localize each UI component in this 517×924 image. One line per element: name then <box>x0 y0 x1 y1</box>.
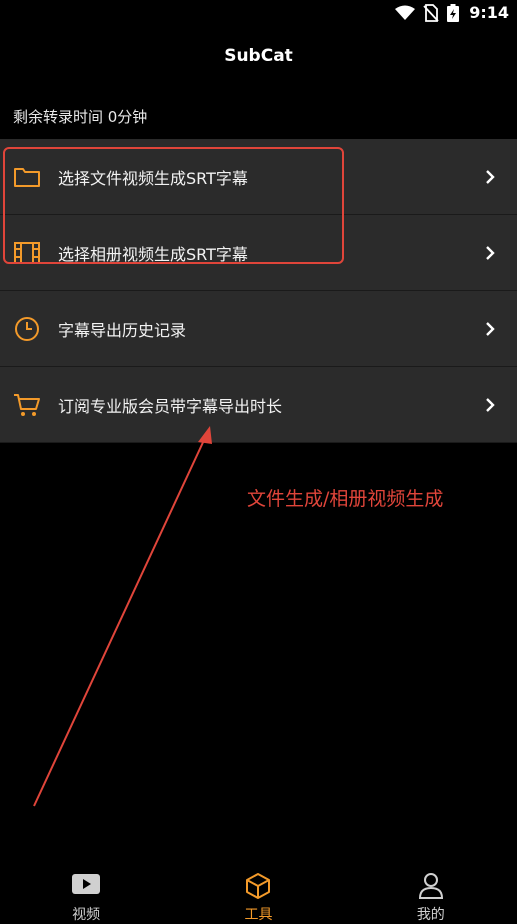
bottom-navigation: 视频 工具 我的 <box>0 860 517 923</box>
status-bar: 9:14 <box>0 0 517 26</box>
cube-icon <box>246 873 271 899</box>
chevron-right-icon <box>486 321 495 336</box>
person-icon <box>418 873 443 899</box>
clock-icon <box>13 315 41 343</box>
battery-icon <box>447 3 460 22</box>
nav-label: 我的 <box>416 907 445 923</box>
video-icon <box>72 874 101 894</box>
nav-label: 工具 <box>244 907 273 923</box>
menu-item-select-album-video[interactable]: 选择相册视频生成SRT字幕 <box>0 215 517 291</box>
menu-label: 选择相册视频生成SRT字幕 <box>58 244 248 264</box>
app-title: SubCat <box>224 46 293 66</box>
chevron-right-icon <box>486 245 495 260</box>
menu-label: 选择文件视频生成SRT字幕 <box>58 168 248 188</box>
remaining-time-text: 剩余转录时间 0分钟 <box>13 108 148 126</box>
status-time: 9:14 <box>469 3 509 22</box>
annotation-arrow <box>33 426 212 807</box>
tool-menu: 选择文件视频生成SRT字幕 选择相册视频生成SRT字幕 字幕导出历史记录 订阅专… <box>0 139 517 443</box>
cart-icon <box>13 391 41 419</box>
menu-item-subscribe-pro[interactable]: 订阅专业版会员带字幕导出时长 <box>0 367 517 443</box>
chevron-right-icon <box>486 397 495 412</box>
nav-label: 视频 <box>72 907 101 923</box>
menu-label: 订阅专业版会员带字幕导出时长 <box>58 396 283 416</box>
menu-item-export-history[interactable]: 字幕导出历史记录 <box>0 291 517 367</box>
nav-tab-mine[interactable]: 我的 <box>345 860 517 923</box>
wifi-icon <box>395 5 416 20</box>
menu-item-select-file-video[interactable]: 选择文件视频生成SRT字幕 <box>0 139 517 215</box>
menu-label: 字幕导出历史记录 <box>58 320 187 340</box>
no-sim-icon <box>423 3 439 22</box>
nav-tab-tools[interactable]: 工具 <box>172 860 344 923</box>
chevron-right-icon <box>486 169 495 184</box>
nav-tab-video[interactable]: 视频 <box>0 860 172 923</box>
folder-icon <box>13 163 41 191</box>
film-icon <box>13 239 41 267</box>
annotation-text: 文件生成/相册视频生成 <box>247 488 444 510</box>
